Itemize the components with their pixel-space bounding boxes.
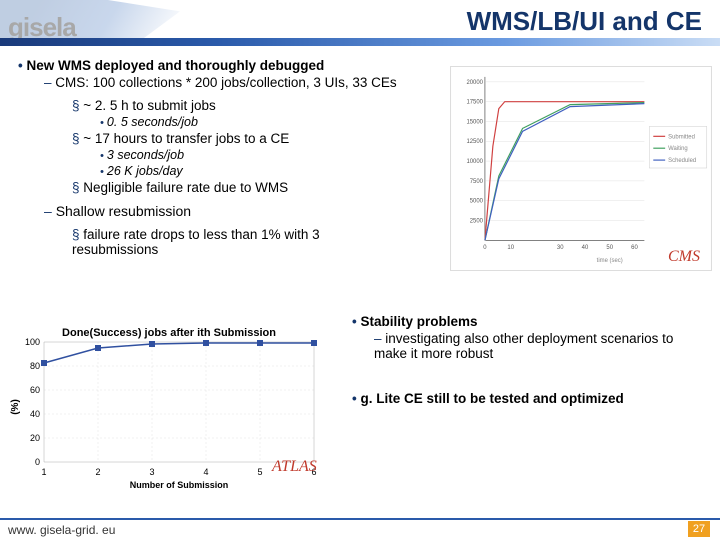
svg-text:5: 5 — [257, 467, 262, 477]
svg-text:Number of Submission: Number of Submission — [130, 480, 229, 490]
svg-text:4: 4 — [203, 467, 208, 477]
svg-text:40: 40 — [30, 409, 40, 419]
svg-text:10: 10 — [507, 245, 514, 251]
atlas-label: ATLAS — [272, 458, 317, 476]
bullet-l3: failure rate drops to less than 1% with … — [72, 227, 402, 257]
footer-url: www. gisela-grid. eu — [8, 523, 115, 537]
svg-text:5000: 5000 — [470, 199, 484, 205]
header-bar — [0, 38, 720, 46]
svg-text:0: 0 — [35, 457, 40, 467]
svg-text:3: 3 — [149, 467, 154, 477]
svg-text:12500: 12500 — [466, 139, 483, 145]
svg-text:17500: 17500 — [466, 100, 483, 106]
svg-text:10000: 10000 — [466, 159, 483, 165]
chart-cms: 2500 5000 7500 10000 12500 15000 17500 2… — [450, 66, 712, 271]
svg-text:80: 80 — [30, 361, 40, 371]
bullet-l2: investigating also other deployment scen… — [374, 331, 708, 361]
right-column: Stability problems investigating also ot… — [352, 314, 708, 408]
svg-text:100: 100 — [25, 337, 40, 347]
svg-text:2: 2 — [95, 467, 100, 477]
svg-text:(%): (%) — [10, 399, 21, 415]
svg-text:2500: 2500 — [470, 218, 484, 224]
svg-text:1: 1 — [41, 467, 46, 477]
svg-text:40: 40 — [582, 245, 589, 251]
svg-text:7500: 7500 — [470, 179, 484, 185]
svg-text:Waiting: Waiting — [668, 146, 688, 152]
svg-text:30: 30 — [557, 245, 564, 251]
svg-text:50: 50 — [606, 245, 613, 251]
svg-text:20000: 20000 — [466, 80, 483, 86]
svg-text:Done(Success) jobs after ith S: Done(Success) jobs after ith Submission — [62, 327, 276, 339]
bullet-main: g. Lite CE still to be tested and optimi… — [352, 391, 708, 406]
svg-text:60: 60 — [30, 385, 40, 395]
svg-text:time (sec): time (sec) — [597, 258, 623, 264]
footer: www. gisela-grid. eu 27 — [0, 518, 720, 540]
header: gisela WMS/LB/UI and CE — [0, 0, 720, 54]
svg-text:Submitted: Submitted — [668, 134, 695, 140]
slide-title: WMS/LB/UI and CE — [467, 6, 702, 37]
svg-text:20: 20 — [30, 433, 40, 443]
svg-text:Scheduled: Scheduled — [668, 158, 696, 164]
svg-text:60: 60 — [631, 245, 638, 251]
bullet-main: Stability problems — [352, 314, 708, 329]
page-number: 27 — [688, 521, 710, 537]
svg-text:15000: 15000 — [466, 119, 483, 125]
cms-label: CMS — [668, 248, 700, 266]
